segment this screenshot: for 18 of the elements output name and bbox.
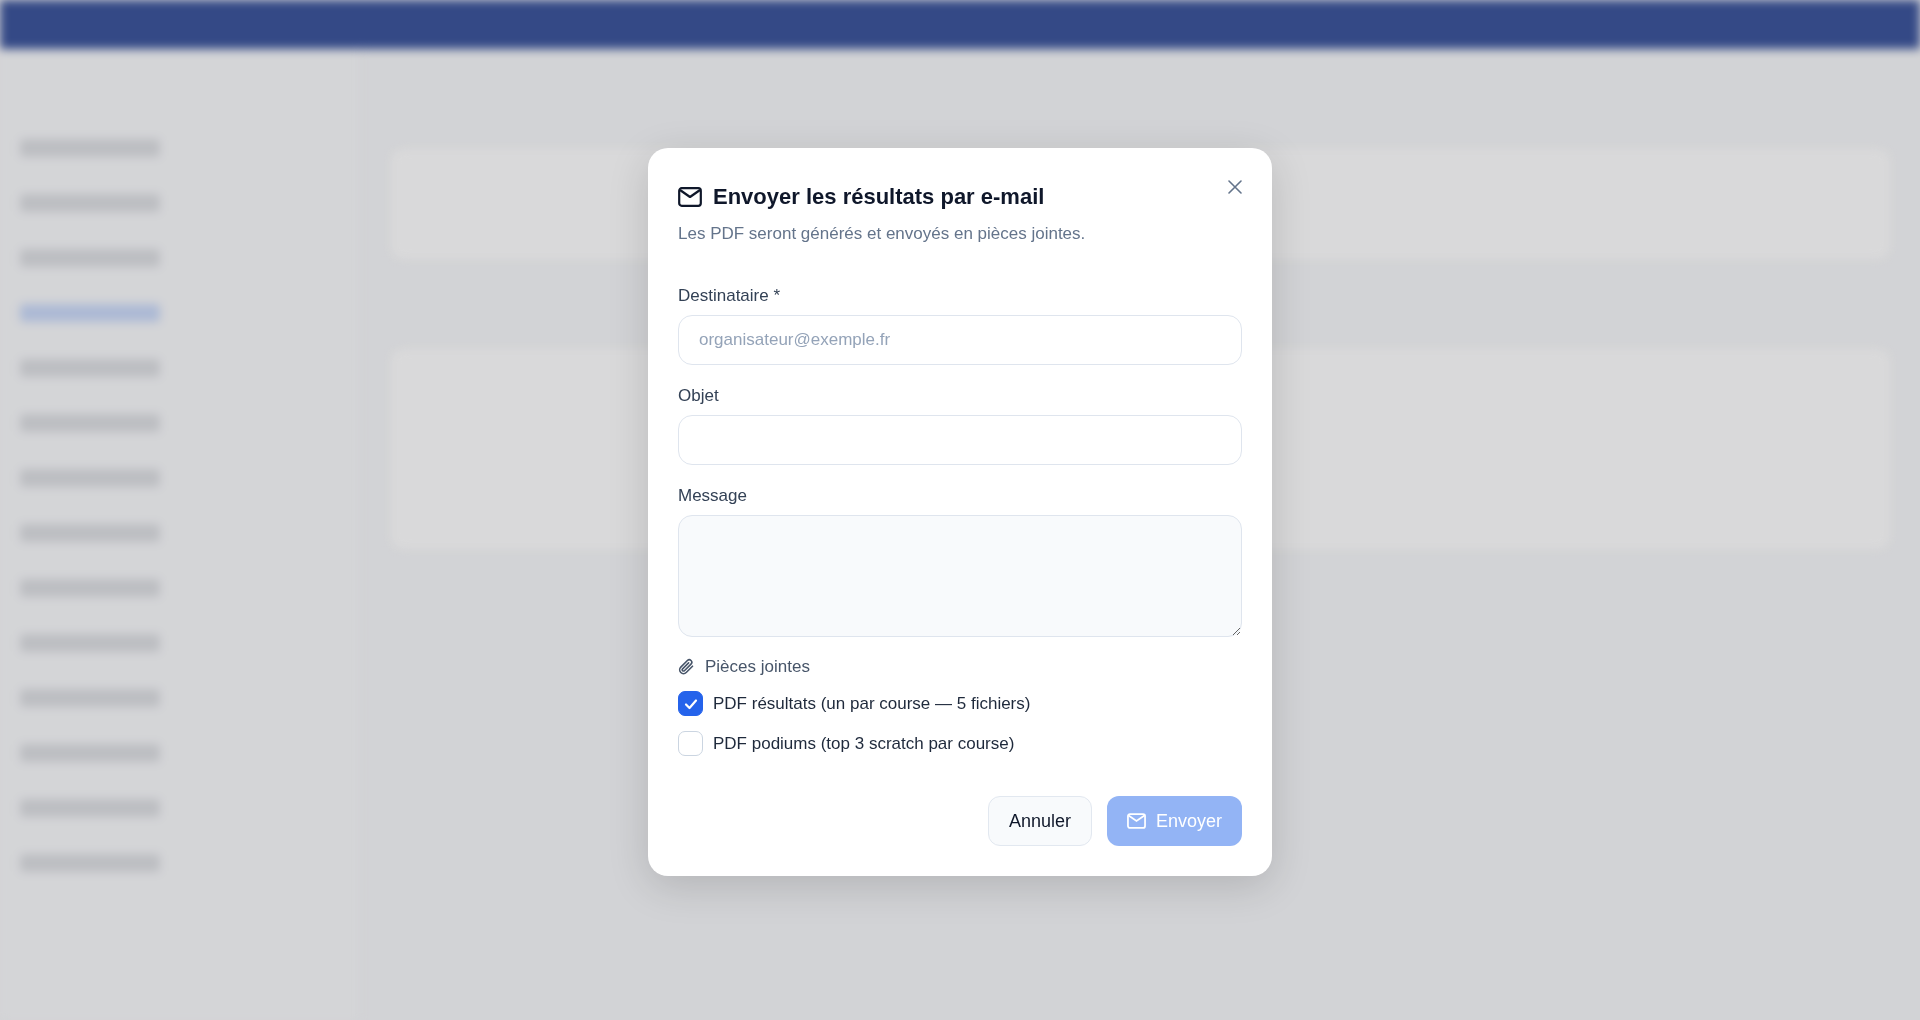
attachments-label: Pièces jointes [705, 657, 810, 677]
checkmark-icon [683, 697, 698, 710]
message-field[interactable] [678, 515, 1242, 637]
input-field[interactable] [678, 415, 1242, 465]
input-field[interactable]: organisateur@exemple.fr [678, 315, 1242, 365]
checkbox-label: PDF résultats (un par course — 5 fichiers) [713, 693, 1031, 714]
field-label: Objet [678, 386, 720, 406]
paperclip-icon [678, 658, 695, 676]
checkbox[interactable] [678, 691, 703, 716]
envelope-icon [678, 187, 702, 207]
close-icon[interactable] [1228, 180, 1242, 194]
field-label: Destinataire * [678, 286, 782, 306]
dialog-title: Envoyer les résultats par e-mail [713, 184, 1045, 210]
envelope-icon [1126, 813, 1146, 829]
dialog-subtitle: Les PDF seront générés et envoyés en pièces jointes. [678, 224, 1087, 244]
cancel-button[interactable]: Annuler [987, 796, 1092, 846]
field-label: Message [678, 486, 748, 506]
checkbox-label: PDF podiums (top 3 scratch par course) [713, 733, 1015, 754]
